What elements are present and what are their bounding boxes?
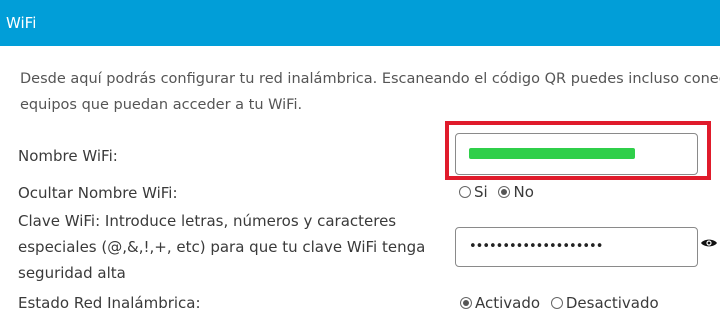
- radio-no[interactable]: [498, 186, 511, 198]
- hide-ssid-option-no[interactable]: No: [498, 183, 534, 201]
- description-text: Desde aquí podrás configurar tu red inal…: [20, 66, 720, 118]
- password-label: Clave WiFi: Introduce letras, números y …: [18, 208, 425, 286]
- password-input[interactable]: ••••••••••••••••••••: [455, 227, 698, 267]
- radio-desactivado-label: Desactivado: [565, 294, 659, 312]
- ssid-input[interactable]: [455, 133, 698, 175]
- description-line-2: equipos que puedan acceder a tu WiFi.: [20, 97, 303, 113]
- password-label-line-1: Clave WiFi: Introduce letras, números y …: [18, 212, 397, 230]
- password-label-line-2: especiales (@,&,!,+, etc) para que tu cl…: [18, 238, 426, 256]
- wireless-option-desactivado[interactable]: Desactivado: [550, 294, 659, 312]
- page-title: WiFi: [6, 14, 37, 32]
- radio-activado-label: Activado: [475, 294, 541, 312]
- wireless-state-label: Estado Red Inalámbrica:: [18, 294, 201, 312]
- radio-no-label: No: [513, 183, 534, 201]
- description-line-1: Desde aquí podrás configurar tu red inal…: [20, 71, 720, 87]
- hide-ssid-radio-group: Si No: [459, 181, 540, 203]
- hide-ssid-label: Ocultar Nombre WiFi:: [18, 184, 178, 202]
- radio-si[interactable]: [459, 186, 471, 198]
- radio-si-label: Si: [474, 183, 488, 201]
- wireless-state-radio-group: Activado Desactivado: [460, 292, 665, 314]
- eye-icon[interactable]: [700, 236, 718, 250]
- wireless-option-activado[interactable]: Activado: [460, 294, 540, 312]
- hide-ssid-option-si[interactable]: Si: [459, 183, 488, 201]
- radio-desactivado[interactable]: [550, 297, 563, 309]
- ssid-redacted-value: [469, 148, 635, 159]
- page-header: WiFi: [0, 0, 720, 46]
- radio-activado[interactable]: [460, 297, 472, 309]
- password-label-line-3: seguridad alta: [18, 264, 126, 282]
- ssid-label: Nombre WiFi:: [18, 147, 118, 165]
